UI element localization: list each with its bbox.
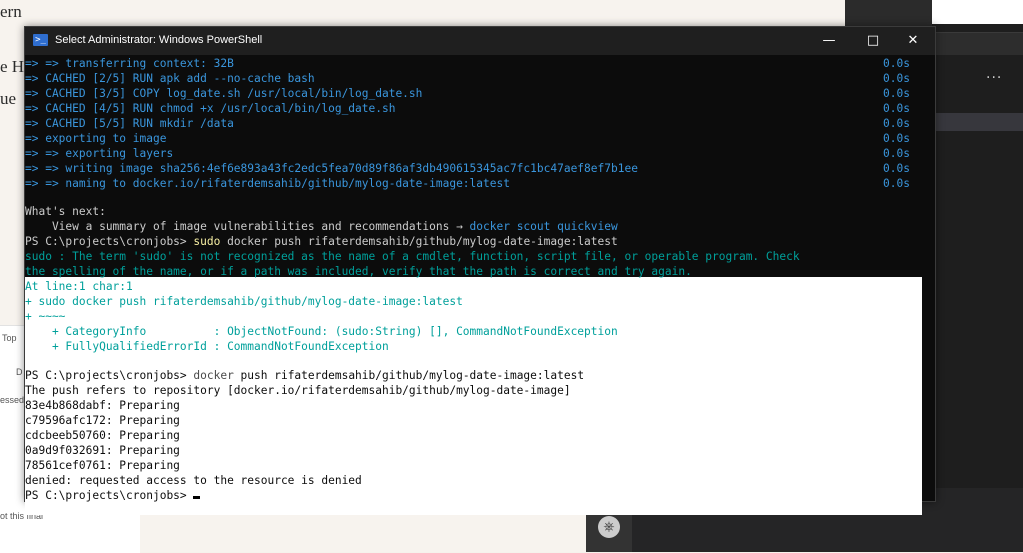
error-line: At line:1 char:1: [25, 280, 133, 293]
build-step-time: 0.0s: [883, 57, 910, 70]
push-output-line: 0a9d9f032691: Preparing: [25, 444, 180, 457]
build-output-line: => exporting to image: [25, 131, 167, 145]
powershell-window[interactable]: >_ Select Administrator: Windows PowerSh…: [24, 26, 936, 515]
build-output-line: => CACHED [2/5] RUN apk add --no-cache b…: [25, 71, 315, 85]
console-line: PS C:\projects\cronjobs> sudo docker pus…: [25, 235, 618, 250]
push-output-line: cdcbeeb50760: Preparing: [25, 429, 180, 442]
more-actions-icon[interactable]: ...: [986, 66, 1002, 82]
text-cursor: [193, 496, 201, 499]
build-step-time: 0.0s: [883, 101, 910, 115]
panel-text: D: [16, 367, 23, 377]
build-output-line: => => exporting layers: [25, 146, 174, 160]
build-step-time: 0.0s: [883, 116, 910, 130]
build-step-time: 0.0s: [883, 176, 910, 190]
command-name: sudo: [193, 235, 221, 248]
editor-tab-strip: [932, 32, 1023, 55]
build-output-line: => CACHED [3/5] COPY log_date.sh /usr/lo…: [25, 86, 423, 100]
console-line: What's next:: [25, 205, 106, 218]
maximize-button[interactable]: □: [851, 27, 895, 55]
background-white-strip: [932, 0, 1023, 24]
error-line: sudo : The term 'sudo' is not recognized…: [25, 250, 800, 263]
error-line: + ~~~~: [25, 310, 66, 323]
summary-text: View a summary of image vulnerabilities …: [25, 220, 470, 233]
editor-selected-item[interactable]: [936, 113, 1023, 131]
doc-text-line: e H: [0, 57, 25, 76]
build-step-time: 0.0s: [883, 86, 910, 100]
error-line: + FullyQualifiedErrorId : CommandNotFoun…: [25, 340, 389, 353]
panel-text: essed: [0, 395, 25, 405]
minimize-button[interactable]: —: [807, 27, 851, 55]
build-step-time: 0.0s: [883, 71, 910, 85]
error-line: the spelling of the name, or if a path w…: [25, 265, 692, 278]
push-output-line: 78561cef0761: Preparing: [25, 459, 180, 472]
build-output-line: => CACHED [4/5] RUN chmod +x /usr/local/…: [25, 101, 396, 115]
push-output-line: 83e4b868dabf: Preparing: [25, 399, 180, 412]
build-step-time: 0.0s: [883, 161, 910, 175]
build-output-line: => => writing image sha256:4ef6e893a43fc…: [25, 161, 638, 175]
prompt-text: PS C:\projects\cronjobs>: [25, 489, 194, 502]
command-args: docker push rifaterdemsahib/github/mylog…: [220, 235, 618, 248]
panel-tab-top[interactable]: Top: [2, 333, 17, 343]
console-line: View a summary of image vulnerabilities …: [25, 220, 618, 235]
prompt-text: PS C:\projects\cronjobs>: [25, 369, 194, 382]
push-output-line: c79596afc172: Preparing: [25, 414, 180, 427]
kubernetes-icon[interactable]: ⎈: [598, 516, 620, 538]
summary-command: docker scout quickview: [469, 220, 618, 233]
console-line: PS C:\projects\cronjobs> docker push rif…: [25, 369, 584, 384]
window-title: Select Administrator: Windows PowerShell: [55, 34, 263, 46]
console-line: PS C:\projects\cronjobs>: [25, 489, 201, 504]
editor-background: [932, 24, 1023, 552]
doc-text-line: ue: [0, 89, 17, 108]
build-step-time: 0.0s: [883, 131, 910, 145]
powershell-icon: >_: [33, 34, 48, 46]
push-output-line: denied: requested access to the resource…: [25, 474, 362, 487]
build-output-line: => => naming to docker.io/rifaterdemsahi…: [25, 176, 510, 190]
error-line: + sudo docker push rifaterdemsahib/githu…: [25, 295, 463, 308]
build-output-line: => CACHED [5/5] RUN mkdir /data: [25, 116, 234, 130]
prompt-text: PS C:\projects\cronjobs>: [25, 235, 194, 248]
push-output-line: The push refers to repository [docker.io…: [25, 384, 571, 397]
close-button[interactable]: ✕: [891, 27, 935, 55]
title-bar[interactable]: >_ Select Administrator: Windows PowerSh…: [25, 27, 935, 55]
console-output[interactable]: => => transferring context: 32B 0.0s => CA…: [25, 55, 935, 515]
error-line: + CategoryInfo : ObjectNotFound: (sudo:S…: [25, 325, 618, 338]
command-args: push rifaterdemsahib/github/mylog-date-i…: [233, 369, 585, 382]
build-step-time: 0.0s: [883, 146, 910, 160]
doc-text-line: ern: [0, 2, 22, 21]
command-name: docker: [193, 369, 234, 382]
build-output-line: => => transferring context: 32B: [25, 57, 234, 70]
